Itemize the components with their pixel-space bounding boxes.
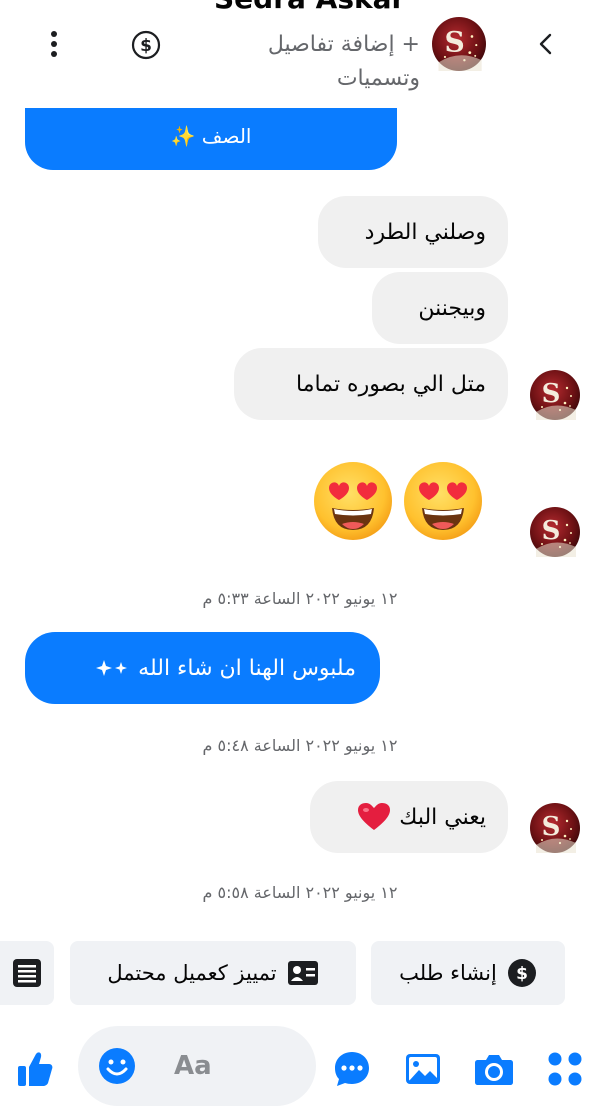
heart-eyes-emoji-icon <box>402 460 484 542</box>
dollar-icon: $ <box>507 959 536 987</box>
message-text: وصلني الطرد <box>364 219 486 245</box>
incoming-message[interactable]: متل الي بصوره تماما <box>234 348 508 420</box>
chat-bubble-icon[interactable] <box>333 1050 371 1088</box>
message-text: الصف ✨ <box>170 124 252 148</box>
apps-grid-icon[interactable] <box>547 1051 583 1087</box>
list-icon <box>13 959 41 987</box>
message-text: يعني البك <box>399 804 486 830</box>
heart-icon <box>358 803 391 830</box>
add-details-link[interactable]: + إضافة تفاصيل وتسميات <box>224 28 420 96</box>
message-text: متل الي بصوره تماما <box>296 371 486 397</box>
thumbs-up-icon[interactable] <box>16 1050 54 1088</box>
sender-avatar[interactable] <box>530 507 580 557</box>
incoming-message[interactable]: وصلني الطرد <box>318 196 508 268</box>
dollar-icon[interactable]: $ <box>131 30 161 60</box>
more-actions-chip[interactable] <box>0 941 54 1005</box>
sparkle-icon <box>96 660 128 676</box>
sender-avatar[interactable] <box>530 370 580 420</box>
message-text: ملبوس الهنا ان شاء الله <box>138 655 356 681</box>
conversation-header: Sedra Askar + إضافة تفاصيل وتسميات $ <box>0 0 600 112</box>
contact-name[interactable]: Sedra Askar <box>214 0 405 15</box>
sender-avatar[interactable] <box>530 803 580 853</box>
message-timestamp: ١٢ يونيو ٢٠٢٢ الساعة ٥:٣٣ م <box>202 589 398 608</box>
message-input-container[interactable] <box>78 1026 316 1106</box>
incoming-message[interactable]: وبيجننن <box>372 272 508 344</box>
message-input[interactable] <box>174 1046 294 1086</box>
camera-icon[interactable] <box>474 1050 514 1088</box>
emoji-icon[interactable] <box>98 1047 136 1085</box>
message-text: وبيجننن <box>418 295 486 321</box>
chip-label: إنشاء طلب <box>399 961 497 985</box>
svg-text:$: $ <box>516 964 528 984</box>
heart-eyes-emoji-icon <box>312 460 394 542</box>
chevron-left-icon[interactable] <box>532 30 560 58</box>
mark-potential-customer-chip[interactable]: تمييز كعميل محتمل <box>70 941 356 1005</box>
id-card-icon <box>287 961 318 985</box>
image-icon[interactable] <box>404 1050 442 1088</box>
outgoing-message-partial[interactable]: الصف ✨ <box>25 108 397 170</box>
svg-text:$: $ <box>140 36 152 56</box>
incoming-message[interactable]: يعني البك <box>310 781 508 853</box>
emoji-message[interactable]: 😍😍 <box>312 460 486 542</box>
outgoing-message[interactable]: ملبوس الهنا ان شاء الله <box>25 632 380 704</box>
message-timestamp: ١٢ يونيو ٢٠٢٢ الساعة ٥:٥٨ م <box>202 883 398 902</box>
message-timestamp: ١٢ يونيو ٢٠٢٢ الساعة ٥:٤٨ م <box>202 736 398 755</box>
chip-label: تمييز كعميل محتمل <box>107 961 277 985</box>
more-vertical-icon[interactable] <box>44 28 64 60</box>
contact-avatar[interactable] <box>432 17 486 71</box>
create-order-chip[interactable]: $ إنشاء طلب <box>371 941 565 1005</box>
